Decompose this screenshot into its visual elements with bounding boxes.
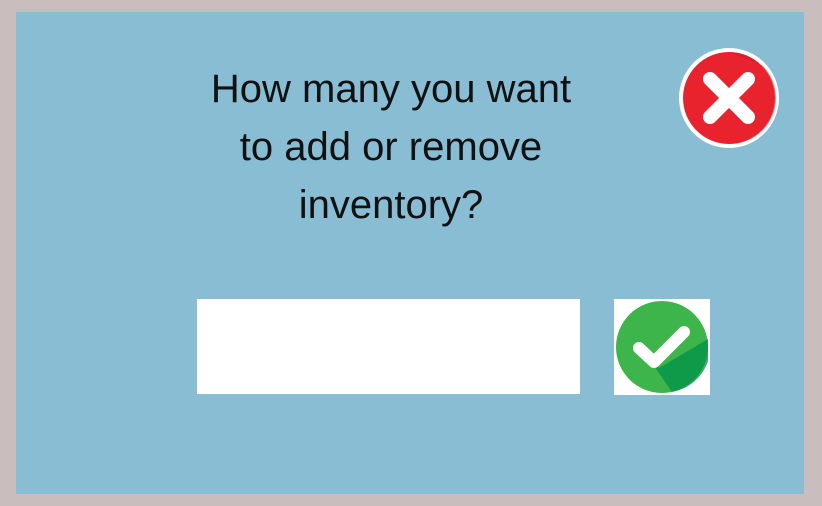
close-icon	[679, 48, 779, 148]
inventory-quantity-dialog: How many you want to add or remove inven…	[16, 12, 804, 494]
quantity-input[interactable]	[197, 299, 580, 394]
prompt-line-2: to add or remove	[239, 125, 543, 169]
confirm-button[interactable]	[614, 299, 710, 395]
prompt-text: How many you want to add or remove inven…	[166, 60, 616, 234]
prompt-line-1: How many you want	[210, 67, 572, 111]
checkmark-icon	[614, 299, 710, 395]
close-button[interactable]	[677, 46, 781, 150]
prompt-line-3: inventory?	[298, 183, 484, 227]
